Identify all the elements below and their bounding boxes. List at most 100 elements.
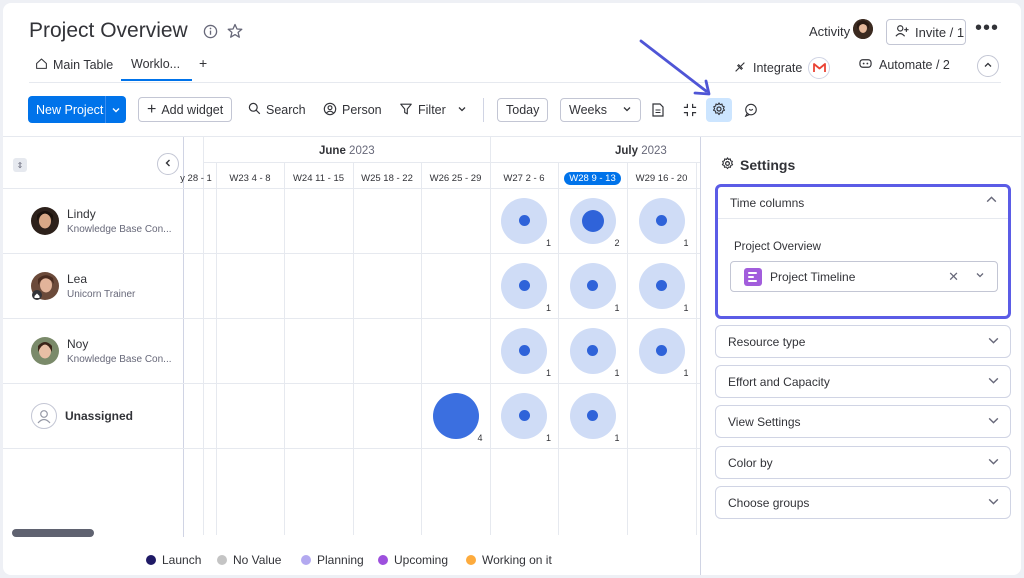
automate-button[interactable]: Automate / 2 [858, 57, 950, 73]
search-label: Search [266, 103, 306, 117]
person-filter-button[interactable]: Person [323, 98, 382, 122]
legend-swatch [466, 555, 476, 565]
legend-item: Upcoming [378, 553, 448, 567]
activity-avatar[interactable] [853, 19, 873, 39]
legend-swatch [301, 555, 311, 565]
grid-line [627, 163, 628, 535]
collapse-header-button[interactable] [977, 55, 999, 77]
sort-icon[interactable]: ⇕ [13, 158, 27, 172]
gmail-icon [808, 57, 831, 79]
workload-bubble[interactable] [638, 197, 685, 244]
legend-swatch [378, 555, 388, 565]
chevron-down-icon [987, 334, 1000, 350]
workload-bubble[interactable] [501, 392, 547, 439]
new-project-button[interactable]: New Project [28, 96, 126, 123]
color-by-section[interactable]: Color by [715, 446, 1011, 479]
person-name: Lea [67, 272, 88, 286]
workload-bubble[interactable] [638, 262, 685, 309]
page-title: Project Overview [29, 19, 188, 42]
week-label: y 28 - 1 [180, 173, 212, 184]
tab-workload[interactable]: Worklo... [131, 57, 180, 71]
workload-count: 1 [614, 367, 620, 378]
clear-icon[interactable]: ✕ [948, 269, 959, 285]
workload-bubble[interactable] [569, 262, 616, 309]
person-name: Noy [67, 337, 89, 351]
chevron-down-icon [987, 374, 1000, 390]
workload-dot [656, 280, 667, 291]
workload-count: 1 [546, 237, 552, 248]
add-view-button[interactable]: + [199, 55, 207, 71]
today-button[interactable]: Today [497, 98, 549, 122]
person-row-lindy[interactable]: Lindy Knowledge Base Con... [31, 207, 172, 235]
person-row-noy[interactable]: Noy Knowledge Base Con... [31, 337, 172, 365]
legend-swatch [217, 555, 227, 565]
chevron-down-icon[interactable] [105, 96, 126, 123]
more-menu-icon[interactable]: ••• [975, 17, 999, 40]
time-column-select[interactable]: Project Timeline ✕ [730, 261, 998, 292]
person-row-lea[interactable]: Lea Unicorn Trainer [31, 272, 135, 300]
workload-dot [587, 345, 598, 356]
feedback-icon[interactable] [738, 98, 764, 122]
legend-label: Launch [162, 553, 202, 567]
workload-count: 1 [614, 302, 620, 313]
workload-bubble[interactable] [569, 327, 616, 374]
add-widget-button[interactable]: + Add widget [138, 97, 233, 122]
week-label: W24 11 - 15 [292, 173, 345, 184]
chevron-down-icon[interactable] [975, 270, 985, 283]
time-columns-header[interactable]: Time columns [718, 187, 1008, 219]
workload-count: 1 [614, 432, 620, 443]
avatar [31, 207, 59, 235]
filter-label: Filter [418, 103, 446, 117]
info-icon[interactable] [201, 22, 219, 40]
invite-button[interactable]: Invite / 1 [886, 19, 966, 45]
integrate-button[interactable]: Integrate [733, 57, 831, 79]
workload-bubble[interactable] [569, 197, 616, 244]
scroll-back-button[interactable] [157, 153, 179, 175]
avatar [31, 272, 59, 300]
tab-main-table-label: Main Table [53, 58, 114, 72]
horizontal-scrollbar[interactable] [12, 529, 94, 537]
new-project-label: New Project [36, 102, 104, 117]
workload-count: 1 [683, 237, 689, 248]
row-divider [3, 448, 700, 449]
search-icon [248, 102, 261, 118]
timescale-select[interactable]: Weeks [560, 98, 641, 122]
workload-dot [518, 215, 530, 226]
week-label: W25 18 - 22 [361, 173, 413, 184]
app-window: Project Overview Activity Invite / 1 •••… [3, 3, 1021, 575]
week-label: W23 4 - 8 [229, 173, 271, 184]
filter-button[interactable]: Filter [399, 98, 467, 122]
tab-main-table[interactable]: Main Table [35, 57, 113, 73]
row-divider [3, 253, 700, 254]
timescale-value: Weeks [569, 103, 607, 117]
add-person-icon [895, 24, 909, 41]
grid-line [558, 163, 559, 535]
tab-workload-label: Worklo... [131, 57, 181, 71]
resource-type-section[interactable]: Resource type [715, 325, 1011, 358]
grid-line [421, 163, 422, 535]
person-name: Lindy [67, 207, 96, 221]
person-role: Unicorn Trainer [67, 289, 136, 300]
search-button[interactable]: Search [248, 98, 306, 122]
month-label-june: June 2023 [319, 145, 375, 157]
workload-bubble[interactable] [501, 327, 547, 374]
time-column-value: Project Timeline [770, 269, 856, 284]
workload-bubble[interactable] [569, 392, 616, 439]
star-icon[interactable] [226, 22, 244, 40]
workload-bubble[interactable] [501, 262, 547, 309]
workload-bubble[interactable] [432, 392, 479, 439]
legend-item: Working on it [466, 553, 552, 567]
annotation-arrow [639, 39, 711, 96]
workload-bubble[interactable] [638, 327, 685, 374]
legend-item: No Value [217, 553, 281, 567]
effort-capacity-section[interactable]: Effort and Capacity [715, 365, 1011, 398]
person-row-unassigned[interactable]: Unassigned [31, 403, 133, 429]
view-settings-section[interactable]: View Settings [715, 405, 1011, 438]
choose-groups-section[interactable]: Choose groups [715, 486, 1011, 519]
activity-link[interactable]: Activity [809, 24, 850, 39]
workload-dot [518, 345, 530, 356]
workload-dot [587, 280, 598, 291]
workload-bubble[interactable] [501, 197, 547, 244]
workload-count: 1 [546, 367, 552, 378]
grid-line [490, 137, 491, 535]
